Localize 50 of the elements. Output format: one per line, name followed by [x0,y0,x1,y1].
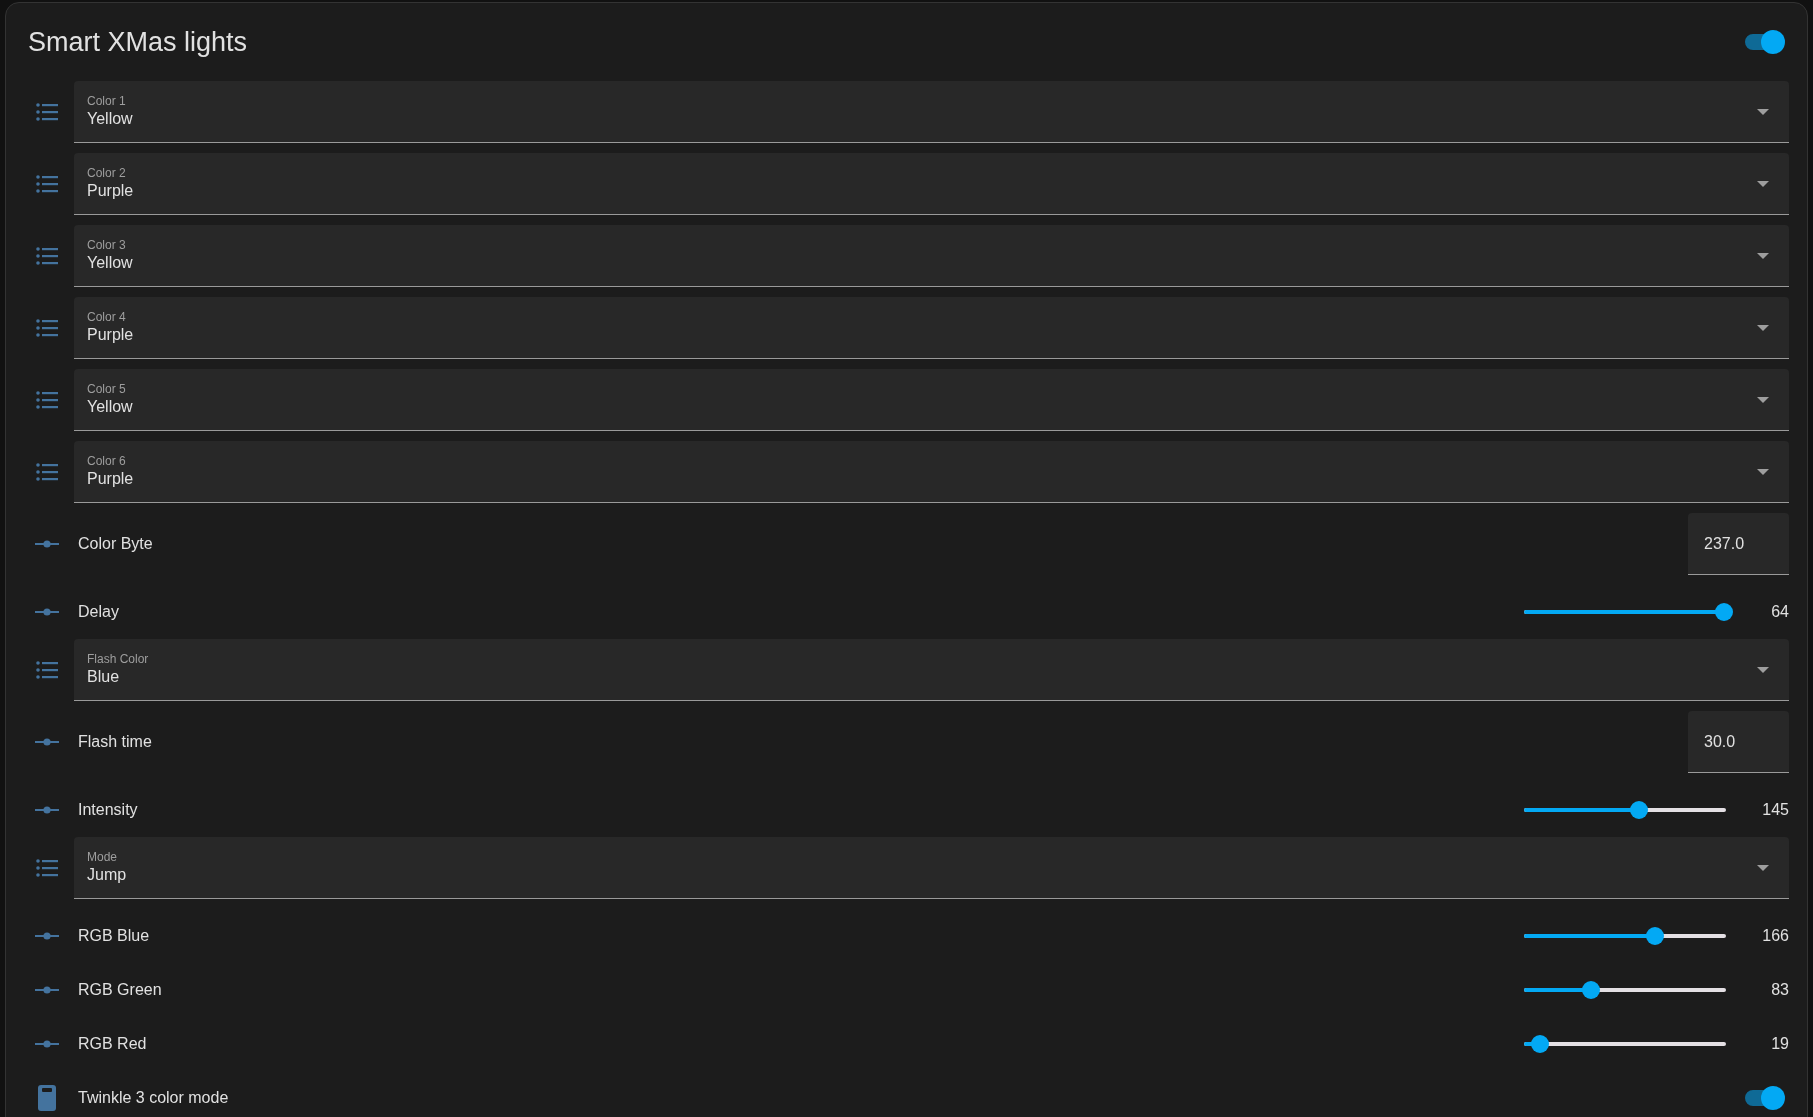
list-icon [36,175,58,193]
entity-label: Intensity [77,800,139,820]
select-field[interactable]: Color 5 Yellow [74,369,1789,431]
list-icon [36,247,58,265]
slider-value: 166 [1761,926,1789,946]
remote-icon [38,1085,56,1111]
select-field[interactable]: Color 4 Purple [74,297,1789,359]
slider-icon [35,806,59,814]
slider-value: 64 [1770,602,1789,622]
dropdown-caret-icon [1757,252,1769,259]
dropdown-caret-icon [1757,108,1769,115]
select-field[interactable]: Color 3 Yellow [74,225,1789,287]
list-icon [36,103,58,121]
list-icon [36,319,58,337]
list-icon [36,463,58,481]
dropdown-caret-icon [1757,468,1769,475]
select-field[interactable]: Color 6 Purple [74,441,1789,503]
slider-icon [35,738,59,746]
list-icon [36,391,58,409]
list-icon [36,859,58,877]
number-input[interactable]: 237.0 [1688,513,1789,575]
entity-label: Twinkle 3 color mode [77,1088,230,1108]
toggle-switch[interactable] [1743,30,1785,54]
slider-icon [35,1040,59,1048]
entity-label: Delay [77,602,120,622]
entity-label: Flash time [77,732,153,752]
slider-value: 19 [1770,1034,1789,1054]
list-icon [36,661,58,679]
entity-label: Color Byte [77,534,154,554]
slider-icon [35,540,59,548]
toggle-switch[interactable] [1743,1086,1785,1110]
slider-icon [35,932,59,940]
dropdown-caret-icon [1757,864,1769,871]
entity-label: RGB Blue [77,926,151,946]
dropdown-caret-icon [1757,180,1769,187]
dropdown-caret-icon [1757,396,1769,403]
dropdown-caret-icon [1757,666,1769,673]
slider-icon [35,986,59,994]
slider-value: 145 [1761,800,1789,820]
entity-label: RGB Green [77,980,163,1000]
dropdown-caret-icon [1757,324,1769,331]
select-field[interactable]: Flash Color Blue [74,639,1789,701]
slider-icon [35,608,59,616]
select-field[interactable]: Mode Jump [74,837,1789,899]
select-field[interactable]: Color 1 Yellow [74,81,1789,143]
select-field[interactable]: Color 2 Purple [74,153,1789,215]
number-input[interactable]: 30.0 [1688,711,1789,773]
slider-value: 83 [1770,980,1789,1000]
card-title: Smart XMas lights [28,25,248,59]
entity-label: RGB Red [77,1034,148,1054]
